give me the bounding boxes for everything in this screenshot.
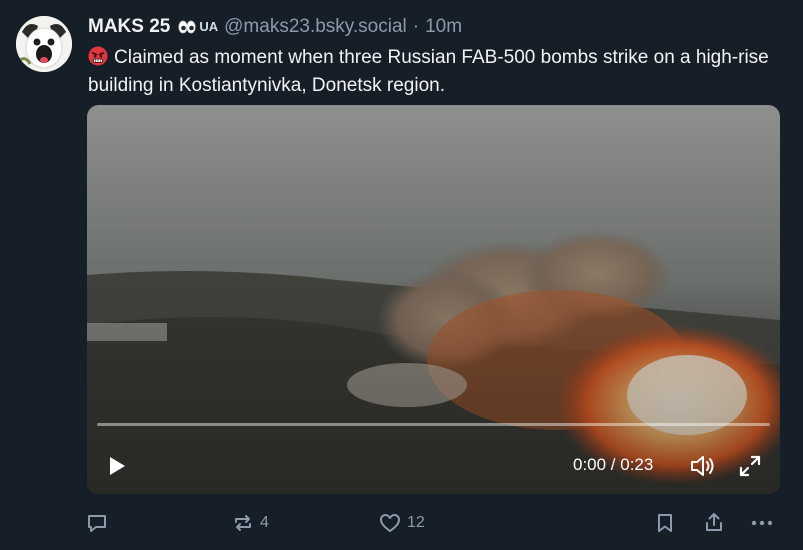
share-icon xyxy=(706,513,722,531)
bookmark-icon xyxy=(658,514,672,532)
eyes-icon xyxy=(178,20,196,34)
like-button[interactable]: 12 xyxy=(379,512,425,534)
post-actions: 4 12 xyxy=(86,510,786,536)
post-card: MAKS 25 UA @maks23.bsky.social · 10m Cla… xyxy=(0,0,803,550)
volume-icon[interactable] xyxy=(689,453,717,479)
post-text: Claimed as moment when three Russian FAB… xyxy=(88,44,788,100)
repost-icon xyxy=(235,515,251,531)
angry-face-icon xyxy=(88,46,108,66)
bookmark-button[interactable] xyxy=(654,512,676,534)
fullscreen-icon[interactable] xyxy=(737,453,763,479)
avatar[interactable] xyxy=(16,16,72,72)
video-progress-bar[interactable] xyxy=(97,423,770,426)
video-time: 0:00 / 0:23 xyxy=(573,455,654,474)
separator-dot: · xyxy=(412,16,420,37)
repost-count: 4 xyxy=(260,514,269,531)
more-options-button[interactable] xyxy=(750,512,774,534)
play-icon[interactable] xyxy=(105,454,129,478)
share-button[interactable] xyxy=(703,511,725,533)
post-time[interactable]: 10m xyxy=(425,15,462,39)
video-frame xyxy=(87,105,780,494)
avatar-image xyxy=(16,16,72,72)
repost-button[interactable]: 4 xyxy=(232,512,269,534)
post-header: MAKS 25 UA @maks23.bsky.social · 10m xyxy=(88,15,462,39)
ua-badge: UA xyxy=(178,15,218,39)
author-handle[interactable]: @maks23.bsky.social xyxy=(224,15,407,39)
like-count: 12 xyxy=(407,514,425,531)
badge-text: UA xyxy=(199,19,219,34)
reply-button[interactable] xyxy=(86,512,114,534)
display-name[interactable]: MAKS 25 xyxy=(88,15,170,39)
reply-icon xyxy=(88,515,106,532)
heart-icon xyxy=(380,514,400,532)
post-body: Claimed as moment when three Russian FAB… xyxy=(88,47,769,96)
more-icon xyxy=(751,520,773,526)
video-player[interactable]: 0:00 / 0:23 xyxy=(87,105,780,494)
